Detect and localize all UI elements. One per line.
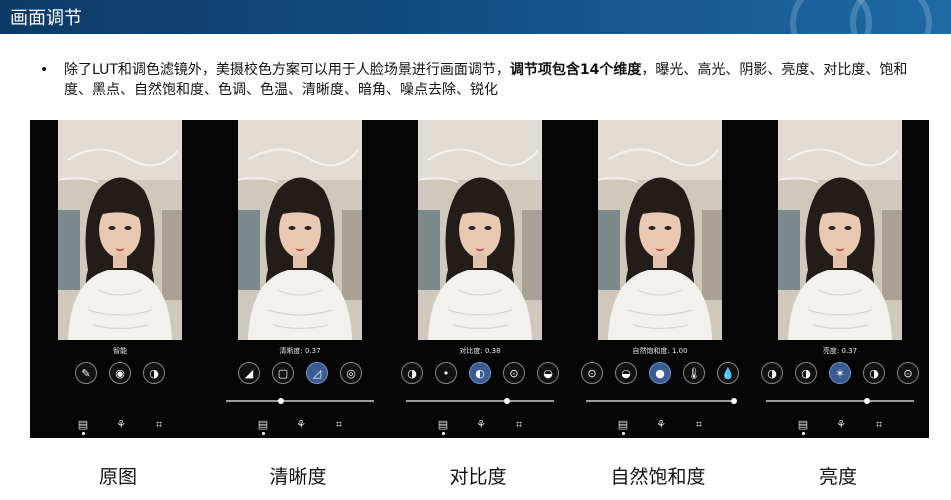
half-circle-icon[interactable]: ◑ bbox=[761, 362, 783, 384]
portrait-photo bbox=[778, 120, 902, 340]
adjust-options-row: ◑ ◑ ✶ ◑ ⊙ bbox=[761, 362, 919, 386]
description-bold: 调节项包含14个维度 bbox=[509, 62, 642, 78]
value-slider[interactable] bbox=[406, 398, 554, 404]
filter-icon[interactable]: ⚘ bbox=[654, 418, 668, 432]
header-bar: 画面调节 bbox=[0, 0, 951, 34]
portrait-photo bbox=[58, 120, 182, 340]
adjust-icon[interactable]: ▤ bbox=[796, 418, 810, 432]
value-slider[interactable] bbox=[586, 398, 737, 404]
param-value-label: 亮度: 0.37 bbox=[822, 347, 858, 355]
color-circle-icon[interactable]: ◒ bbox=[615, 362, 637, 384]
active-tab-indicator bbox=[802, 432, 805, 435]
half-circle-icon[interactable]: ◑ bbox=[863, 362, 885, 384]
phone-screen-panel: 智能 ✎ ◉ ◑ ▤ ⚘ ⌗ bbox=[30, 120, 210, 438]
crop-icon[interactable]: ⌗ bbox=[512, 418, 526, 432]
screenshot-strip: 智能 ✎ ◉ ◑ ▤ ⚘ ⌗ 清晰度: 0.37 ◢ ▢ ◿ ◎ ▤ ⚘ ⌗ 对比度: 0.38 ◑ • ◐ ⊙ ◒… bbox=[30, 120, 929, 438]
target-icon[interactable]: ⊙ bbox=[581, 362, 603, 384]
brand-logo-icon bbox=[790, 0, 932, 34]
square-icon[interactable]: ▢ bbox=[272, 362, 294, 384]
filter-icon[interactable]: ⚘ bbox=[294, 418, 308, 432]
active-tab-indicator bbox=[622, 432, 625, 435]
panel-caption: 自然饱和度 bbox=[610, 466, 706, 488]
adjust-options-row: ✎ ◉ ◑ bbox=[75, 362, 165, 386]
bottom-tab-bar: ▤ ⚘ ⌗ bbox=[256, 418, 346, 434]
crop-icon[interactable]: ⌗ bbox=[332, 418, 346, 432]
half-circle-icon[interactable]: ◑ bbox=[143, 362, 165, 384]
panel-caption: 原图 bbox=[98, 466, 137, 488]
bottom-tab-bar: ▤ ⚘ ⌗ bbox=[436, 418, 526, 434]
sun-dot-icon[interactable]: ✶ bbox=[829, 362, 851, 384]
target-icon[interactable]: ⊙ bbox=[897, 362, 919, 384]
filter-icon[interactable]: ⚘ bbox=[834, 418, 848, 432]
adjust-icon[interactable]: ▤ bbox=[256, 418, 270, 432]
half-circle-icon[interactable]: ◑ bbox=[795, 362, 817, 384]
phone-screen-panel: 亮度: 0.37 ◑ ◑ ✶ ◑ ⊙ ▤ ⚘ ⌗ bbox=[750, 120, 930, 438]
portrait-photo bbox=[418, 120, 542, 340]
panel-caption: 清晰度 bbox=[269, 466, 327, 488]
phone-screen-panel: 对比度: 0.38 ◑ • ◐ ⊙ ◒ ▤ ⚘ ⌗ bbox=[390, 120, 570, 438]
dot-icon[interactable]: • bbox=[435, 362, 457, 384]
bottom-tab-bar: ▤ ⚘ ⌗ bbox=[616, 418, 706, 434]
crop-icon[interactable]: ⌗ bbox=[692, 418, 706, 432]
adjust-icon[interactable]: ▤ bbox=[436, 418, 450, 432]
bottom-tab-bar: ▤ ⚘ ⌗ bbox=[76, 418, 166, 434]
value-slider[interactable] bbox=[766, 398, 914, 404]
description-part-1: 除了LUT和调色滤镜外，美摄校色方案可以用于人脸场景进行画面调节， bbox=[64, 62, 510, 78]
value-slider[interactable] bbox=[226, 398, 374, 404]
crop-icon[interactable]: ⌗ bbox=[872, 418, 886, 432]
sharpness-icon[interactable]: ◿ bbox=[306, 362, 328, 384]
vignette-icon[interactable]: ◎ bbox=[340, 362, 362, 384]
slider-knob[interactable] bbox=[863, 398, 870, 404]
triangle-icon[interactable]: ◢ bbox=[238, 362, 260, 384]
description-bullet: • 除了LUT和调色滤镜外，美摄校色方案可以用于人脸场景进行画面调节，调节项包含… bbox=[40, 60, 920, 100]
adjust-options-row: ◑ • ◐ ⊙ ◒ bbox=[401, 362, 559, 386]
portrait-photo bbox=[238, 120, 362, 340]
param-value-label: 智能 bbox=[113, 347, 127, 355]
panel-caption: 亮度 bbox=[818, 466, 857, 488]
filter-icon[interactable]: ⚘ bbox=[474, 418, 488, 432]
panel-caption: 对比度 bbox=[449, 466, 507, 488]
active-tab-indicator bbox=[442, 432, 445, 435]
filter-icon[interactable]: ⚘ bbox=[114, 418, 128, 432]
adjust-options-row: ◢ ▢ ◿ ◎ bbox=[238, 362, 362, 386]
phone-screen-panel: 自然饱和度: 1.00 ⊙ ◒ ● 🌡 💧 ▤ ⚘ ⌗ bbox=[570, 120, 750, 438]
target-icon[interactable]: ⊙ bbox=[503, 362, 525, 384]
slider-knob[interactable] bbox=[277, 398, 284, 404]
param-value-label: 自然饱和度: 1.00 bbox=[632, 347, 688, 355]
phone-screen-panel: 清晰度: 0.37 ◢ ▢ ◿ ◎ ▤ ⚘ ⌗ bbox=[210, 120, 390, 438]
adjust-options-row: ⊙ ◒ ● 🌡 💧 bbox=[581, 362, 739, 386]
vibrance-icon[interactable]: ● bbox=[649, 362, 671, 384]
color-circle-icon[interactable]: ◒ bbox=[537, 362, 559, 384]
bullet-marker: • bbox=[40, 62, 49, 78]
adjust-icon[interactable]: ▤ bbox=[76, 418, 90, 432]
active-tab-indicator bbox=[262, 432, 265, 435]
slider-knob[interactable] bbox=[731, 398, 737, 404]
circle-dot-icon[interactable]: ◉ bbox=[109, 362, 131, 384]
slider-knob[interactable] bbox=[503, 398, 510, 404]
drop-icon[interactable]: 💧 bbox=[717, 362, 739, 384]
active-tab-indicator bbox=[82, 432, 85, 435]
contrast-icon[interactable]: ◐ bbox=[469, 362, 491, 384]
page-title: 画面调节 bbox=[10, 8, 82, 29]
magic-wand-icon[interactable]: ✎ bbox=[75, 362, 97, 384]
bottom-tab-bar: ▤ ⚘ ⌗ bbox=[796, 418, 886, 434]
thermometer-icon[interactable]: 🌡 bbox=[683, 362, 705, 384]
crop-icon[interactable]: ⌗ bbox=[152, 418, 166, 432]
param-value-label: 清晰度: 0.37 bbox=[279, 347, 321, 355]
description-text: 除了LUT和调色滤镜外，美摄校色方案可以用于人脸场景进行画面调节，调节项包含14… bbox=[64, 60, 920, 100]
param-value-label: 对比度: 0.38 bbox=[459, 347, 501, 355]
adjust-icon[interactable]: ▤ bbox=[616, 418, 630, 432]
portrait-photo bbox=[598, 120, 722, 340]
half-circle-icon[interactable]: ◑ bbox=[401, 362, 423, 384]
